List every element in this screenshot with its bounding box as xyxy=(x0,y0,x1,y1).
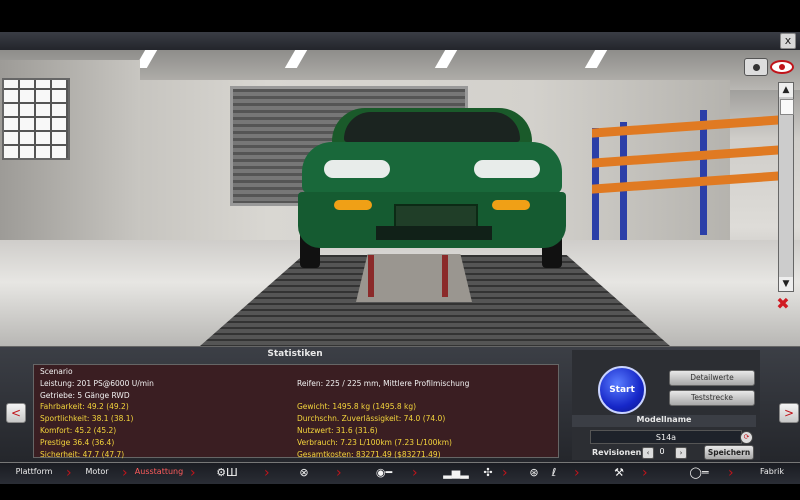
wrench-icon[interactable]: ✖ xyxy=(772,294,794,313)
stat-line: Reifen: 225 / 225 mm, Mittlere Profilmis… xyxy=(297,378,470,388)
tab-motor[interactable]: Motor xyxy=(74,462,120,484)
tab-separator: › xyxy=(336,465,342,481)
stat-line: Komfort: 45.2 (45.2) xyxy=(40,425,117,435)
stat-line: Leistung: 201 PS@6000 U/min xyxy=(40,378,154,388)
zoom-scrollbar[interactable]: ▲ ▼ xyxy=(778,82,794,292)
stat-line: Getriebe: 5 Gänge RWD xyxy=(40,390,130,400)
modelname-label: Modellname xyxy=(572,415,756,427)
car-viewport[interactable] xyxy=(0,50,800,346)
seat-icon[interactable]: ℓ xyxy=(548,465,560,481)
save-button[interactable]: Speichern xyxy=(704,445,754,460)
stats-right-column: Reifen: 225 / 225 mm, Mittlere Profilmis… xyxy=(297,366,469,472)
revision-label: Revisionen xyxy=(592,448,642,457)
reset-icon[interactable]: ⟳ xyxy=(740,431,753,444)
scroll-down-arrow-icon[interactable]: ▼ xyxy=(779,277,793,291)
steering-icon[interactable]: ⊛ xyxy=(526,465,542,481)
tab-fabrik[interactable]: Fabrik xyxy=(750,462,794,484)
camera-icon[interactable] xyxy=(744,58,768,76)
stat-line: Prestige 36.4 (36.4) xyxy=(40,437,115,447)
stat-line: Sicherheit: 47.7 (47.7) xyxy=(40,449,125,459)
prev-arrow-button[interactable]: < xyxy=(6,403,26,423)
tab-separator: › xyxy=(502,465,508,481)
stat-line: Durchschn. Zuverlässigkeit: 74.0 (74.0) xyxy=(297,414,446,424)
stat-line: Verbrauch: 7.23 L/100km (7.23 L/100km) xyxy=(297,437,452,447)
close-button[interactable]: x xyxy=(780,33,796,49)
stat-line: Scenario xyxy=(40,367,73,376)
stat-line: Fahrbarkeit: 49.2 (49.2) xyxy=(40,402,129,412)
stats-title: Statistiken xyxy=(267,349,323,359)
stat-line: Nutzwert: 31.6 (31.6) xyxy=(297,425,378,435)
car-model xyxy=(298,108,566,248)
detail-values-button[interactable]: Detailwerte xyxy=(669,370,755,386)
stat-line: Sportlichkeit: 38.1 (38.1) xyxy=(40,414,134,424)
engine-parts-icon[interactable]: ⚙Ш xyxy=(212,465,242,481)
lift-arm xyxy=(442,255,448,297)
tab-separator: › xyxy=(728,465,734,481)
fan-icon[interactable]: ✣ xyxy=(480,465,496,481)
revision-prev-button[interactable]: ‹ xyxy=(642,447,654,459)
tab-plattform[interactable]: Plattform xyxy=(4,462,64,484)
revision-next-button[interactable]: › xyxy=(675,447,687,459)
window xyxy=(2,78,70,160)
stat-line xyxy=(297,366,469,378)
top-black-bar xyxy=(0,0,800,32)
tab-separator: › xyxy=(574,465,580,481)
tab-separator: › xyxy=(642,465,648,481)
tab-separator: › xyxy=(66,465,72,481)
tab-ausstattung[interactable]: Ausstattung xyxy=(130,462,188,484)
gearbox-icon[interactable]: ⊗ xyxy=(292,465,316,481)
tools-icon[interactable]: ⚒ xyxy=(612,465,626,481)
lift-arm xyxy=(368,255,374,297)
modelname-input[interactable] xyxy=(590,430,742,444)
stat-line: Gewicht: 1495.8 kg (1495.8 kg) xyxy=(297,402,417,412)
stats-left-column: Scenario Leistung: 201 PS@6000 U/min Getri… xyxy=(40,366,154,460)
car-body-icon[interactable]: ▂▅▂ xyxy=(434,465,478,481)
stat-line: Gesamtkosten: 83271.49 ($83271.49) xyxy=(297,449,441,459)
scroll-up-arrow-icon[interactable]: ▲ xyxy=(779,83,793,97)
tab-separator: › xyxy=(122,465,128,481)
exhaust-icon[interactable]: ◯═ xyxy=(682,465,716,481)
tab-separator: › xyxy=(412,465,418,481)
start-button[interactable]: Start xyxy=(598,366,646,414)
test-track-button[interactable]: Teststrecke xyxy=(669,390,755,406)
suspension-icon[interactable]: ◉━ xyxy=(366,465,402,481)
tab-separator: › xyxy=(190,465,196,481)
eye-icon[interactable] xyxy=(770,60,794,74)
bottom-strip xyxy=(0,484,800,500)
stat-line xyxy=(297,390,469,402)
tab-separator: › xyxy=(264,465,270,481)
revision-value: 0 xyxy=(659,447,665,456)
window-titlebar xyxy=(0,32,800,51)
scroll-thumb[interactable] xyxy=(780,99,794,115)
next-arrow-button[interactable]: > xyxy=(779,403,799,423)
